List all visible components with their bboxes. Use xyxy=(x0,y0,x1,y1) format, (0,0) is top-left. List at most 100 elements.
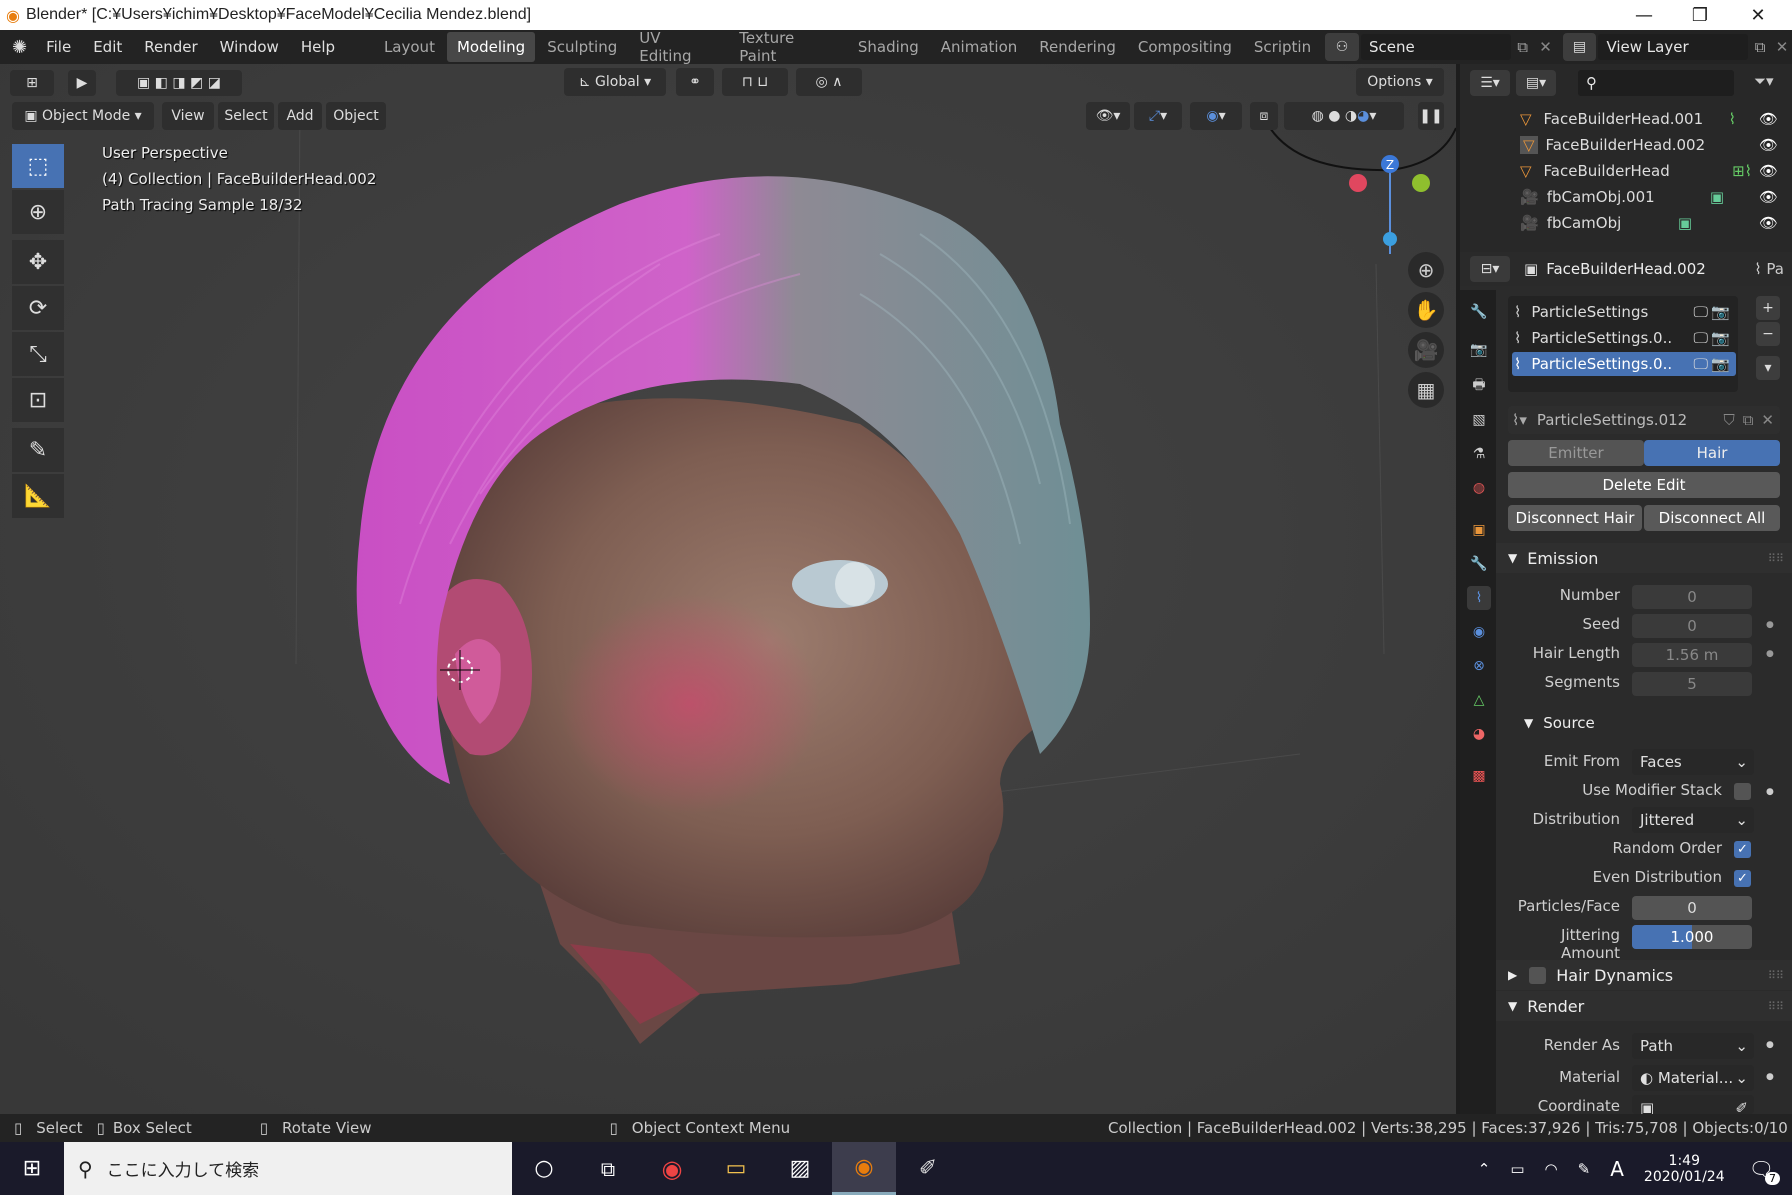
pivot-point-icon[interactable]: ⚭ xyxy=(676,68,714,96)
snap-icon[interactable]: ⊓ ⊔ xyxy=(722,68,788,96)
disconnect-all-button[interactable]: Disconnect All xyxy=(1644,505,1780,531)
hair-dynamics-panel-header[interactable]: ▶ Hair Dynamics ⠿⠿ xyxy=(1496,960,1792,990)
remove-slot-button[interactable]: − xyxy=(1756,322,1780,346)
properties-editor-type-icon[interactable]: ⊟▾ xyxy=(1470,256,1510,282)
zoom-icon[interactable]: ⊕ xyxy=(1408,252,1444,288)
proportional-edit-icon[interactable]: ◎ ∧ xyxy=(796,68,862,96)
move-tool-icon[interactable]: ✥ xyxy=(12,240,64,284)
transform-tool-icon[interactable]: ⊡ xyxy=(12,378,64,422)
overlay-toggle-icon[interactable]: ◉ ▾ xyxy=(1190,102,1242,130)
specials-dropdown-icon[interactable]: ▾ xyxy=(1756,356,1780,380)
particles-tab-icon[interactable]: ⌇ xyxy=(1467,586,1491,610)
physics-tab-icon[interactable]: ◉ xyxy=(1467,620,1491,644)
display-mode-icon[interactable]: ▤▾ xyxy=(1516,70,1556,96)
measure-tool-icon[interactable]: 📐 xyxy=(12,474,64,518)
photos-icon[interactable]: ▨ xyxy=(768,1156,832,1181)
drag-handle-icon[interactable]: ⠿⠿ xyxy=(1768,1000,1784,1013)
use-modifier-stack-checkbox[interactable] xyxy=(1734,783,1751,800)
scale-tool-icon[interactable]: ⤡ xyxy=(12,332,64,376)
close-button[interactable]: ✕ xyxy=(1730,0,1786,30)
random-order-checkbox[interactable]: ✓ xyxy=(1734,841,1751,858)
list-item[interactable]: ⌇ ParticleSettings.0.. 🖵 📷 xyxy=(1514,326,1736,350)
file-explorer-icon[interactable]: ▭ xyxy=(704,1156,768,1181)
emit-from-dropdown[interactable]: Faces ⌄ xyxy=(1632,749,1754,775)
menu-window[interactable]: Window xyxy=(209,38,290,56)
windows-start-icon[interactable]: ⊞ xyxy=(0,1142,64,1195)
particle-settings-selector[interactable]: ⌇▾ ParticleSettings.012 ⛉ ⧉ ✕ xyxy=(1508,406,1780,434)
fake-user-icon[interactable]: ⛉ xyxy=(1723,411,1734,429)
duplicate-icon[interactable]: ⧉ xyxy=(1743,411,1754,429)
menu-file[interactable]: File xyxy=(35,38,82,56)
object-mode-dropdown[interactable]: ▣ Object Mode ▾ xyxy=(12,102,154,130)
texture-tab-icon[interactable]: ▩ xyxy=(1467,764,1491,788)
camera-view-icon[interactable]: 🎥 xyxy=(1408,332,1444,368)
tab-sculpting[interactable]: Sculpting xyxy=(537,32,627,62)
taskbar-search-box[interactable]: ⚲ ここに入力して検索 xyxy=(64,1142,512,1195)
keyframe-dot-icon[interactable]: ● xyxy=(1766,787,1774,797)
pen-icon[interactable]: ✎ xyxy=(1578,1160,1591,1178)
tab-layout[interactable]: Layout xyxy=(374,32,445,62)
tab-rendering[interactable]: Rendering xyxy=(1029,32,1126,62)
delete-edit-button[interactable]: Delete Edit xyxy=(1508,472,1780,498)
hair-length-field[interactable]: 1.56 m xyxy=(1632,643,1752,667)
new-scene-icon[interactable]: ⧉ xyxy=(1511,38,1535,56)
cursor-tool-icon[interactable]: ⊕ xyxy=(12,190,64,234)
outliner-row[interactable]: 🎥 fbCamObj ▣ 👁 xyxy=(1460,210,1792,236)
y-axis-icon[interactable] xyxy=(1412,174,1430,192)
eye-icon[interactable]: 👁 xyxy=(1759,136,1778,154)
pan-hand-icon[interactable]: ✋ xyxy=(1408,292,1444,328)
source-subpanel-header[interactable]: ▼ Source xyxy=(1524,714,1595,732)
visibility-icon[interactable]: 👁▾ xyxy=(1086,102,1130,130)
keyframe-dot-icon[interactable]: ● xyxy=(1766,649,1774,659)
unlink-icon[interactable]: ✕ xyxy=(1761,411,1774,429)
select-box-tool-icon[interactable]: ⬚ xyxy=(12,144,64,188)
transform-orientation-dropdown[interactable]: ⊾ Global ▾ xyxy=(564,68,666,96)
paint-app-icon[interactable]: ✐ xyxy=(896,1156,960,1181)
eye-icon[interactable]: 👁 xyxy=(1759,162,1778,180)
render-camera-icon[interactable]: 📷 xyxy=(1711,355,1730,373)
maximize-button[interactable]: ❐ xyxy=(1672,0,1728,30)
object-tab-icon[interactable]: ▣ xyxy=(1467,518,1491,542)
cortana-icon[interactable]: ○ xyxy=(512,1156,576,1181)
seed-field[interactable]: 0 xyxy=(1632,614,1752,638)
render-tab-icon[interactable]: 📷 xyxy=(1467,338,1491,362)
viewport-display-icon[interactable]: 🖵 xyxy=(1694,329,1708,347)
neg-z-axis-icon[interactable] xyxy=(1383,232,1397,246)
filter-icon[interactable]: ⏷▾ xyxy=(1754,72,1774,90)
eye-icon[interactable]: 👁 xyxy=(1759,214,1778,232)
new-view-layer-icon[interactable]: ⧉ xyxy=(1748,38,1772,56)
render-camera-icon[interactable]: 📷 xyxy=(1711,303,1730,321)
minimize-button[interactable]: — xyxy=(1616,0,1672,30)
tab-modeling[interactable]: Modeling xyxy=(446,32,536,62)
drag-handle-icon[interactable]: ⠿⠿ xyxy=(1768,552,1784,565)
render-panel-header[interactable]: ▼ Render ⠿⠿ xyxy=(1496,991,1792,1021)
ime-indicator[interactable]: A xyxy=(1610,1157,1624,1181)
remove-scene-icon[interactable]: ✕ xyxy=(1535,38,1557,56)
scene-tab-icon[interactable]: ⚗ xyxy=(1467,442,1491,466)
outliner-row[interactable]: ▽ FaceBuilderHead.002 👁 xyxy=(1460,132,1792,158)
outliner-editor-type-icon[interactable]: ☰▾ xyxy=(1470,70,1510,96)
scene-selector-icon[interactable]: ⚇ xyxy=(1325,33,1359,61)
wifi-icon[interactable]: ◠ xyxy=(1545,1160,1558,1178)
add-slot-button[interactable]: + xyxy=(1756,296,1780,320)
eye-icon[interactable]: 👁 xyxy=(1759,188,1778,206)
segments-field[interactable]: 5 xyxy=(1632,672,1752,696)
tab-scripting[interactable]: Scriptin xyxy=(1244,32,1321,62)
task-view-icon[interactable]: ⧉ xyxy=(576,1157,640,1181)
chrome-icon[interactable]: ◉ xyxy=(640,1155,704,1183)
blender-taskbar-icon[interactable]: ◉ xyxy=(832,1142,896,1195)
menu-edit[interactable]: Edit xyxy=(82,38,133,56)
keyframe-dot-icon[interactable]: ● xyxy=(1766,1040,1774,1050)
tab-compositing[interactable]: Compositing xyxy=(1128,32,1242,62)
number-field[interactable]: 0 xyxy=(1632,585,1752,609)
emitter-tab[interactable]: Emitter xyxy=(1508,440,1644,466)
notification-icon[interactable]: 🗨 7 xyxy=(1749,1157,1780,1185)
render-as-dropdown[interactable]: Path ⌄ xyxy=(1632,1033,1754,1059)
menu-select[interactable]: Select xyxy=(218,102,274,130)
particles-browse-icon[interactable]: ⌇▾ xyxy=(1512,411,1527,429)
select-tool-icon[interactable]: ▶ xyxy=(68,70,96,96)
keyframe-dot-icon[interactable]: ● xyxy=(1766,620,1774,630)
outliner-row[interactable]: ▽ FaceBuilderHead.001 ⌇ 👁 xyxy=(1460,106,1792,132)
ortho-grid-icon[interactable]: ▦ xyxy=(1408,372,1444,408)
list-item-selected[interactable]: ⌇ ParticleSettings.0.. 🖵 📷 xyxy=(1512,352,1736,376)
